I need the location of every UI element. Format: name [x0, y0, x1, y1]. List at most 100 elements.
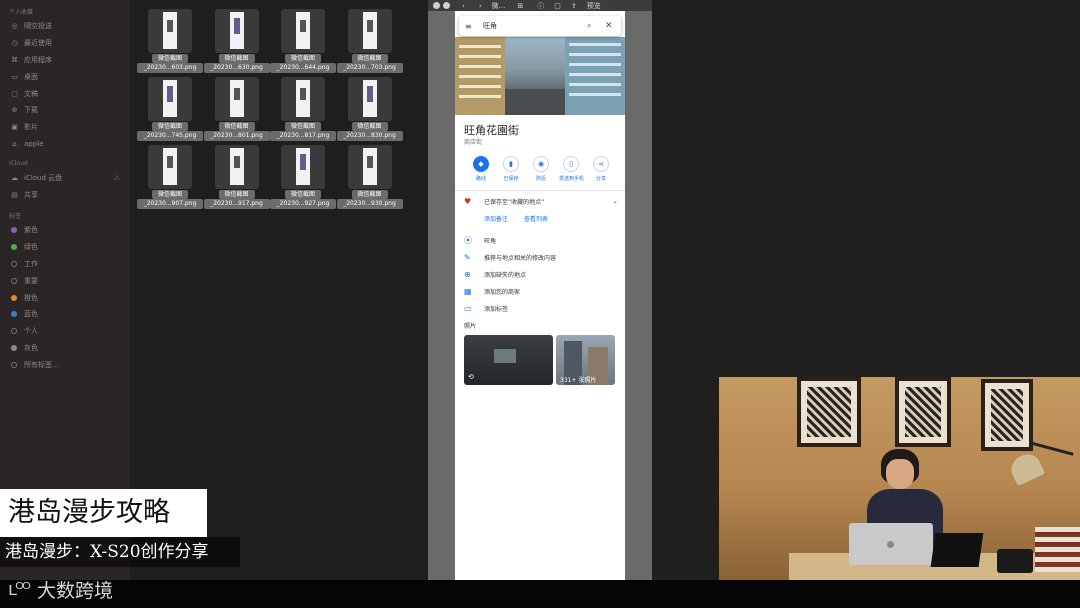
bottom-bar [0, 580, 1080, 608]
sidebar-tag-4[interactable]: 橙色 [0, 289, 130, 306]
minimize-window-button[interactable] [443, 2, 450, 9]
tag-color-dot [11, 311, 17, 318]
search-query[interactable]: 旺角 [483, 21, 587, 31]
screen-recording: { "sidebar": { "favorites_heading": "个人收… [0, 0, 1080, 608]
forward-icon[interactable]: › [479, 2, 482, 10]
action-phone-button[interactable]: ▯ 发送到手机 [559, 156, 585, 182]
file-item[interactable]: 微信截图 _20230...703.png [336, 0, 403, 73]
sidebar-item-2[interactable]: ⌘ 应用程序 [0, 52, 130, 69]
place-actions: ◆ 路线 ▮ 已保存 ◉ 附近 ▯ 发送到手机 ⋖ 分享 [469, 156, 617, 184]
action-share-button[interactable]: ⋖ 分享 [589, 156, 613, 182]
sidebar-item-1[interactable]: ▤ 共享 [0, 186, 130, 203]
file-kind-label: 微信截图 [351, 122, 388, 131]
sidebar-tag-3[interactable]: 重要 [0, 272, 130, 289]
info-row-label: 推荐与地点相关的修改内容 [484, 254, 557, 262]
sidebar-tag-2[interactable]: 工作 [0, 256, 130, 273]
close-window-button[interactable] [433, 2, 440, 9]
info-row[interactable]: ⦿ 旺角 [464, 234, 618, 246]
file-item[interactable]: 微信截图 _20230...801.png [203, 68, 270, 141]
action-label: 发送到手机 [559, 176, 585, 182]
info-row-label: 添加您的商家 [484, 288, 521, 296]
applications-icon: ⌘ [11, 55, 18, 64]
info-row[interactable]: ▦ 添加您的商家 [464, 285, 618, 297]
sidebar-item-1[interactable]: ◷ 最近使用 [0, 35, 130, 52]
file-kind-label: 微信截图 [285, 54, 321, 63]
file-kind-label: 微信截图 [351, 190, 388, 199]
shared-icon: ▤ [11, 190, 18, 199]
chevron-down-icon[interactable]: ⌄ [612, 197, 618, 205]
sidebar-tag-7[interactable]: 灰色 [0, 340, 130, 357]
file-item[interactable]: 微信截图 _20230...917.png [203, 136, 270, 209]
add-note-link[interactable]: 添加备注 [484, 214, 508, 223]
edit-icon: ✎ [464, 252, 471, 262]
saved-links: 添加备注 查看列表 [484, 214, 548, 223]
sidebar-item-7[interactable]: ⌂ apple [0, 136, 130, 153]
desk-lamp [1006, 449, 1046, 487]
file-item[interactable]: 微信截图 _20230...927.png [270, 136, 336, 209]
sidebar-item-0[interactable]: ☁ iCloud 云盘 ⚠ [0, 169, 130, 186]
maps-screenshot: ≡ 旺角 ⌕ ✕ 旺角花園街 商店街 ◆ 路线 ▮ 已保存 ◉ 附近 ▯ 发送到手机 ⋖ 分享 ♥… [455, 11, 625, 580]
close-icon[interactable]: ✕ [605, 21, 615, 31]
sidebar-tag-0[interactable]: 紫色 [0, 222, 130, 239]
file-kind-label: 微信截图 [218, 190, 255, 199]
hamburger-menu-icon[interactable]: ≡ [465, 22, 475, 31]
info-row[interactable]: ▭ 添加标签 [464, 302, 618, 314]
place-hero-photo[interactable] [455, 37, 625, 115]
empty-desktop-area [652, 0, 1080, 377]
sidebar-tag-label: 绿色 [24, 243, 38, 252]
sidebar-item-label: iCloud 云盘 [24, 173, 63, 182]
info-row[interactable]: ⊕ 添加缺失的地点 [464, 268, 618, 280]
sidebar-item-5[interactable]: ⊕ 下载 [0, 102, 130, 119]
grid-view-icon[interactable]: ⊞ [517, 2, 523, 10]
file-thumbnail [347, 145, 392, 189]
sidebar-item-0[interactable]: ◎ 隔空投送 [0, 18, 130, 35]
preview-toolbar: ‹ › 微... ⊞ ⓘ ▢ ⇪ 预览 [428, 0, 652, 11]
file-item[interactable]: 微信截图 _20230...603.png [137, 0, 203, 73]
share-toolbar-icon[interactable]: ⇪ [571, 2, 577, 10]
saved-row[interactable]: ♥ 已保存至“收藏的地点” ⌄ [464, 195, 618, 207]
video-title-caption: 港岛漫步攻略 [0, 489, 207, 537]
sidebar-tag-label: 个人 [24, 327, 38, 336]
search-icon[interactable]: ⌕ [587, 21, 597, 31]
sidebar-item-label: 文稿 [24, 89, 38, 98]
file-item[interactable]: 微信截图 _20230...930.png [336, 136, 403, 209]
sidebar-item-6[interactable]: ▣ 影片 [0, 119, 130, 136]
maps-search-bar[interactable]: ≡ 旺角 ⌕ ✕ [459, 16, 621, 36]
info-row-label: 旺角 [484, 237, 497, 245]
file-item[interactable]: 微信截图 _20230...745.png [137, 68, 203, 141]
building-left [455, 37, 505, 115]
lamp-arm [1029, 441, 1074, 456]
photo-thumbnail-street-view[interactable]: ⟲ [464, 335, 553, 385]
file-kind-label: 微信截图 [351, 54, 388, 63]
action-bookmark-button[interactable]: ▮ 已保存 [499, 156, 523, 182]
file-thumbnail [347, 9, 392, 53]
file-item[interactable]: 微信截图 _20230...907.png [137, 136, 203, 209]
recents-icon: ◷ [11, 39, 18, 48]
sidebar-tag-8[interactable]: 所有标签... [0, 356, 130, 373]
sidebar-item-4[interactable]: ▢ 文稿 [0, 85, 130, 102]
back-icon[interactable]: ‹ [462, 2, 465, 10]
tags-heading: 标签 [9, 212, 22, 220]
rotate-icon[interactable]: ▢ [554, 2, 561, 10]
sidebar-tag-1[interactable]: 绿色 [0, 239, 130, 256]
action-nearby-button[interactable]: ◉ 附近 [529, 156, 553, 182]
file-item[interactable]: 微信截图 _20230...644.png [270, 0, 336, 73]
phone-icon: ▯ [563, 156, 579, 172]
sidebar-item-label: 影片 [24, 123, 38, 132]
file-name-label: _20230...917.png [203, 199, 270, 209]
file-kind-label: 微信截图 [218, 122, 255, 131]
tag-color-dot [11, 227, 17, 234]
file-thumbnail [148, 9, 192, 53]
info-icon[interactable]: ⓘ [537, 1, 544, 11]
sidebar-item-3[interactable]: ▭ 桌面 [0, 68, 130, 85]
photos-heading: 照片 [464, 323, 477, 330]
file-item[interactable]: 微信截图 _20230...830.png [336, 68, 403, 141]
view-list-link[interactable]: 查看列表 [524, 214, 548, 223]
sidebar-tag-5[interactable]: 蓝色 [0, 306, 130, 323]
file-item[interactable]: 微信截图 _20230...817.png [270, 68, 336, 141]
photo-thumbnail-gallery[interactable]: 331+ 张照片 [556, 335, 615, 385]
sidebar-tag-6[interactable]: 个人 [0, 323, 130, 340]
info-row[interactable]: ✎ 推荐与地点相关的修改内容 [464, 251, 618, 263]
file-item[interactable]: 微信截图 _20230...630.png [203, 0, 270, 73]
action-directions-button[interactable]: ◆ 路线 [469, 156, 493, 182]
